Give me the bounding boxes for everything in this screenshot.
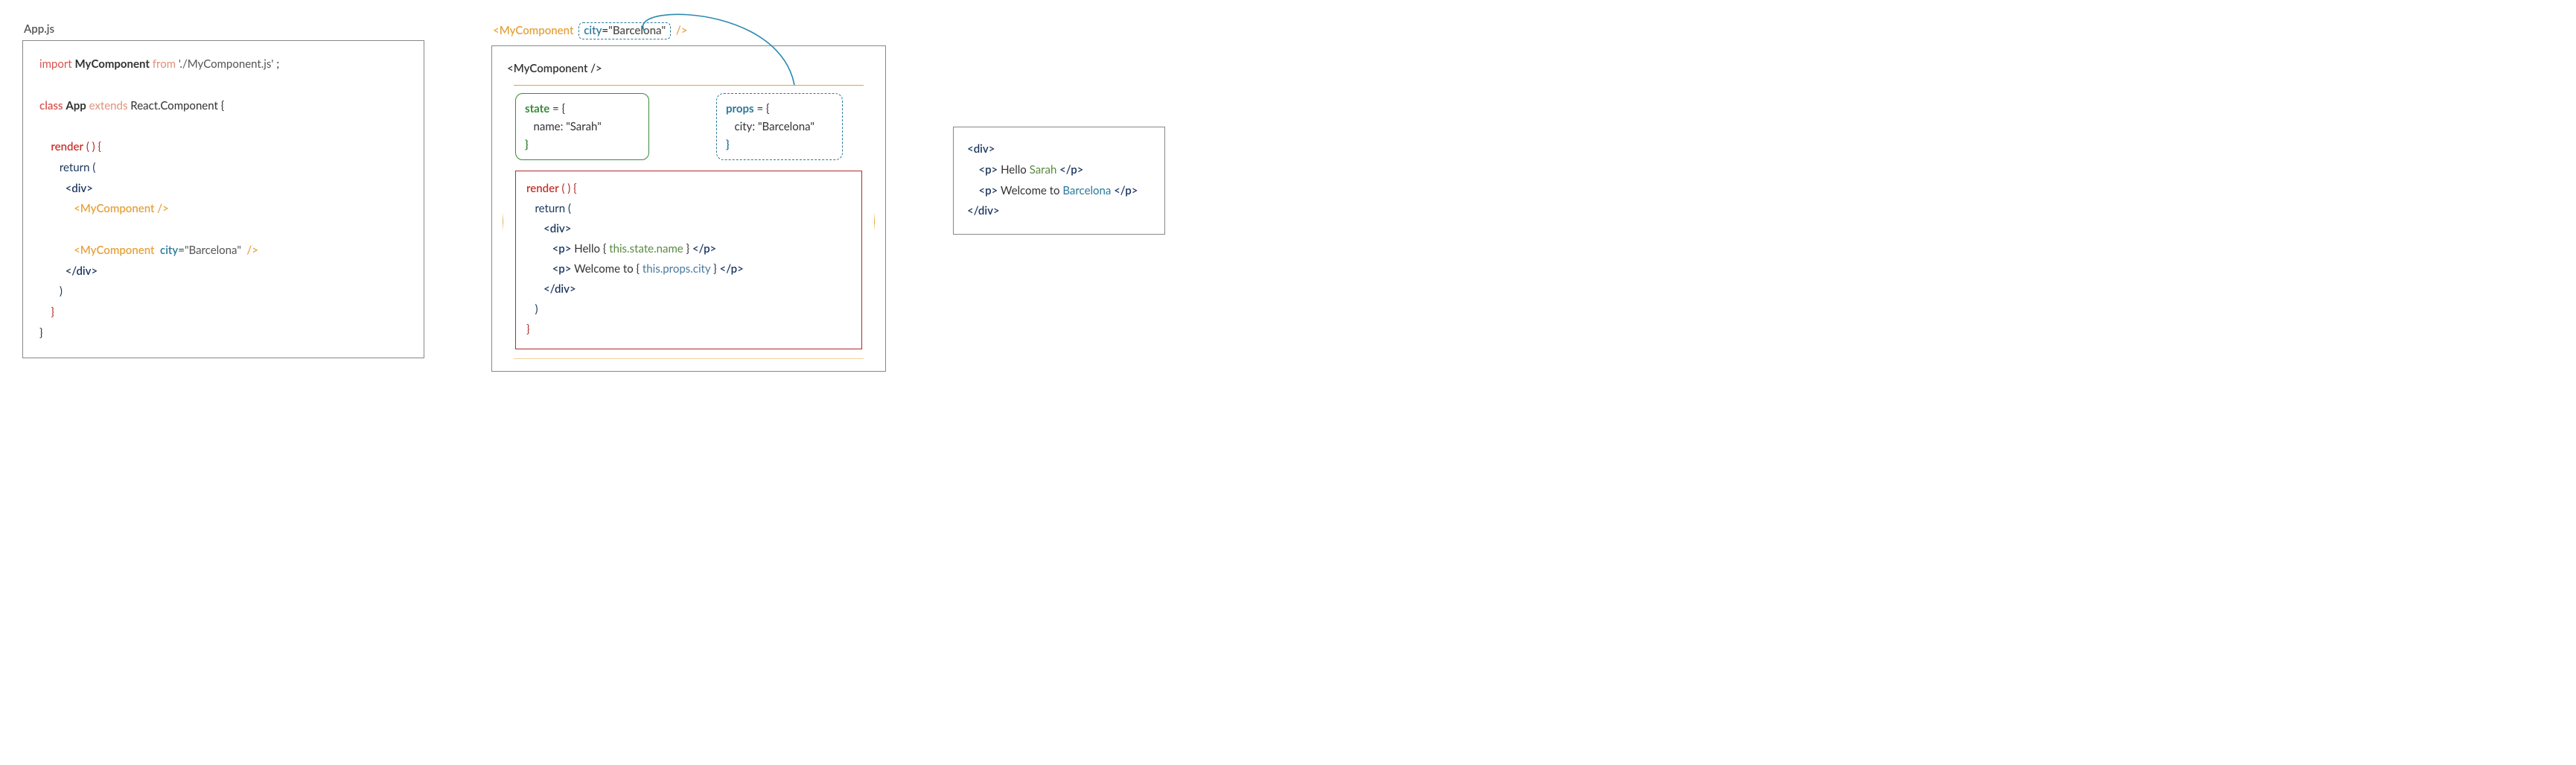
output-city-value: Barcelona: [1062, 184, 1111, 197]
keyword-extends: extends: [89, 99, 128, 112]
app-js-column: App.js import MyComponent from './MyComp…: [22, 22, 424, 358]
jsx-mycomponent-1: <MyComponent />: [74, 202, 169, 215]
class-name: App: [66, 99, 86, 112]
keyword-import: import: [39, 57, 72, 71]
expr-this-props-city: this.props.city: [643, 262, 710, 276]
app-js-filename: App.js: [22, 22, 424, 36]
state-box: state = { name: "Sarah" }: [515, 93, 649, 160]
component-instance-panel: <MyComponent /> state = { name: "Sarah" …: [491, 45, 886, 372]
tag-div-open: <div>: [66, 182, 93, 195]
keyword-class: class: [39, 99, 63, 112]
app-js-panel: import MyComponent from './MyComponent.j…: [22, 40, 424, 358]
state-props-row: state = { name: "Sarah" } props = { city…: [511, 93, 867, 160]
diagram-canvas: App.js import MyComponent from './MyComp…: [22, 22, 2554, 372]
import-symbol: MyComponent: [75, 57, 150, 71]
app-js-code: import MyComponent from './MyComponent.j…: [39, 54, 407, 344]
jsx-attr-city: city: [160, 244, 178, 257]
props-box: props = { city: "Barcelona" }: [716, 93, 843, 160]
component-internals: state = { name: "Sarah" } props = { city…: [503, 85, 875, 359]
props-keyword: props: [726, 102, 754, 115]
rendered-output-column: <div> <p> Hello Sarah </p> <p> Welcome t…: [953, 127, 1165, 235]
method-render-inner: render: [526, 182, 559, 195]
output-name-value: Sarah: [1030, 163, 1057, 177]
jsx-invocation-header: <MyComponent city="Barcelona" />: [491, 22, 886, 39]
jsx-attr-value: "Barcelona": [185, 244, 241, 257]
prop-pill-city: city="Barcelona": [578, 22, 671, 39]
state-keyword: state: [525, 102, 549, 115]
method-render: render: [51, 140, 83, 153]
expr-this-state-name: this.state.name: [609, 242, 683, 255]
component-tag-label: <MyComponent />: [507, 60, 875, 79]
state-line: name: "Sarah": [525, 120, 602, 133]
jsx-mycomponent-2-open: <MyComponent: [74, 244, 160, 257]
props-line: city: "Barcelona": [726, 120, 814, 133]
base-class: React.Component {: [130, 99, 224, 112]
render-box: render ( ) { return ( <div> <p> Hello { …: [515, 171, 862, 349]
tag-div-close: </div>: [66, 264, 98, 278]
rendered-output-panel: <div> <p> Hello Sarah </p> <p> Welcome t…: [953, 127, 1165, 235]
import-path: './MyComponent.js': [179, 57, 274, 71]
keyword-from: from: [153, 57, 176, 71]
keyword-return: return (: [60, 161, 95, 174]
component-instance-column: <MyComponent city="Barcelona" /> <MyComp…: [491, 22, 886, 372]
